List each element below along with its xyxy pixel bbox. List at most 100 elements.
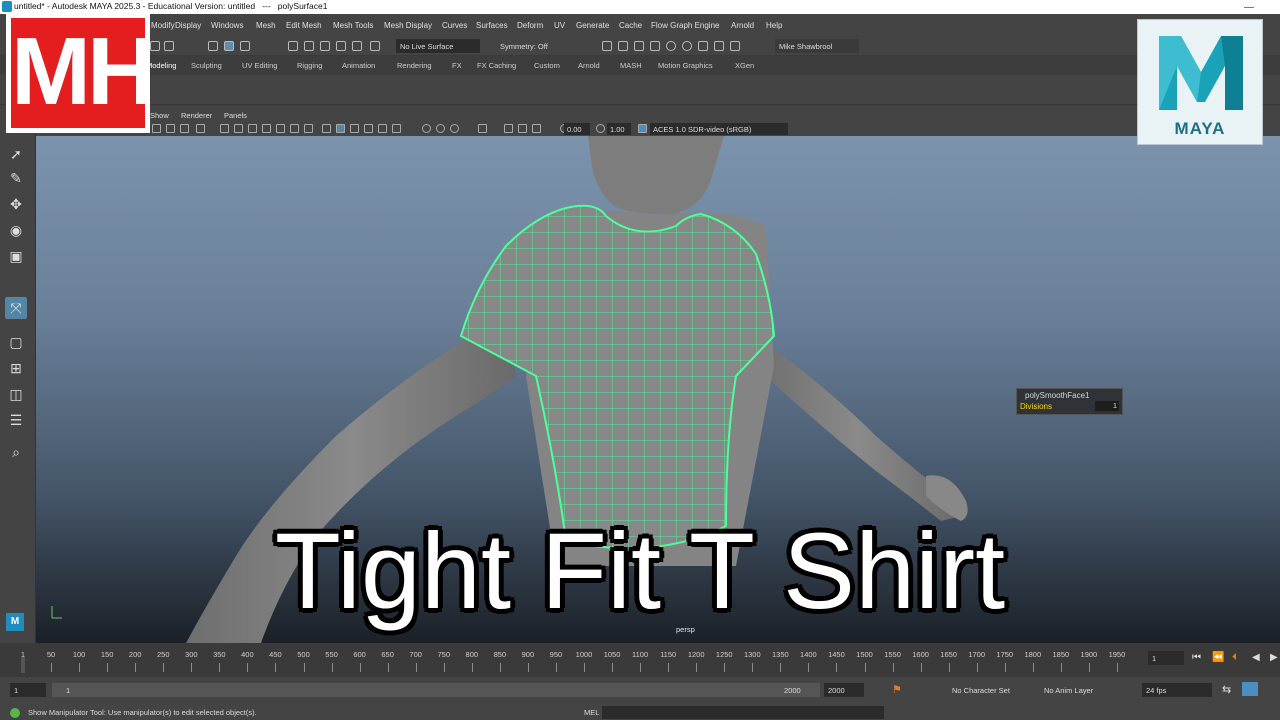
menu-windows[interactable]: Windows	[211, 21, 243, 30]
menu-deform[interactable]: Deform	[517, 21, 543, 30]
outliner-icon[interactable]: ☰	[5, 409, 27, 431]
show-manipulator-icon[interactable]: ⤧	[5, 297, 27, 319]
divisions-field[interactable]: 1	[1095, 401, 1119, 411]
redo-icon[interactable]	[164, 41, 174, 51]
panel-menu-show[interactable]: Show	[150, 111, 169, 120]
xray-active-icon[interactable]	[532, 124, 541, 133]
shelf-tab-fx-caching[interactable]: FX Caching	[477, 61, 516, 70]
range-bar[interactable]	[52, 683, 820, 697]
menu-mesh-tools[interactable]: Mesh Tools	[333, 21, 373, 30]
gamma-icon[interactable]	[596, 124, 605, 133]
step-back-frame-icon[interactable]: ⏴	[1232, 652, 1237, 663]
image-plane-icon[interactable]	[196, 124, 205, 133]
shelf-tab-rendering[interactable]: Rendering	[397, 61, 432, 70]
single-perspective-layout-icon[interactable]: ▢	[5, 331, 27, 353]
mel-label[interactable]: MEL	[584, 708, 599, 717]
pause-ipr-icon[interactable]	[730, 41, 740, 51]
hypershade-icon[interactable]	[666, 41, 676, 51]
menu-modify[interactable]: Modify	[151, 21, 175, 30]
shelf-tab-fx[interactable]: FX	[452, 61, 462, 70]
shelf-tab-uv-editing[interactable]: UV Editing	[242, 61, 277, 70]
render-frame-icon[interactable]	[602, 41, 612, 51]
textured-icon[interactable]	[364, 124, 373, 133]
default-material-icon[interactable]	[350, 124, 359, 133]
shelf-tab-arnold[interactable]: Arnold	[578, 61, 600, 70]
snap-view-icon[interactable]	[336, 41, 346, 51]
gate-mask-icon[interactable]	[262, 124, 271, 133]
shelf-tab-mash[interactable]: MASH	[620, 61, 642, 70]
snap-surface-icon[interactable]	[352, 41, 362, 51]
lasso-tool-icon[interactable]: ✎	[5, 167, 27, 189]
isolate-select-icon[interactable]	[478, 124, 487, 133]
antialiasing-icon[interactable]	[450, 124, 459, 133]
ambient-occlusion-icon[interactable]	[422, 124, 431, 133]
loop-icon[interactable]: ⇆	[1222, 683, 1231, 696]
ipr-render-icon[interactable]	[634, 41, 644, 51]
scale-tool-icon[interactable]: ▣	[5, 245, 27, 267]
character-set-dropdown[interactable]: No Character Set	[948, 683, 1032, 697]
menu-mesh-display[interactable]: Mesh Display	[384, 21, 432, 30]
snap-point-icon[interactable]	[320, 41, 330, 51]
menu-flow-graph-engine[interactable]: Flow Graph Engine	[651, 21, 719, 30]
range-end-field[interactable]: 2000	[824, 683, 864, 697]
minimize-button[interactable]: —	[1244, 2, 1258, 13]
wireframe-icon[interactable]	[322, 124, 331, 133]
snap-grid-icon[interactable]	[288, 41, 298, 51]
user-account-button[interactable]: Mike Shawbrool	[775, 39, 859, 53]
shelf-tab-rigging[interactable]: Rigging	[297, 61, 322, 70]
motion-blur-icon[interactable]	[436, 124, 445, 133]
arnold-ipr-icon[interactable]	[698, 41, 708, 51]
shelf-tab-motion-graphics[interactable]: Motion Graphics	[658, 61, 713, 70]
menu-edit-mesh[interactable]: Edit Mesh	[286, 21, 322, 30]
color-management-icon[interactable]	[638, 124, 647, 133]
current-time-indicator[interactable]	[21, 657, 25, 673]
play-backwards-icon[interactable]: ◀	[1252, 652, 1260, 663]
menu-display[interactable]: Display	[175, 21, 201, 30]
select-object-icon[interactable]	[224, 41, 234, 51]
shadows-icon[interactable]	[392, 124, 401, 133]
select-component-icon[interactable]	[240, 41, 250, 51]
render-view-icon[interactable]	[618, 41, 628, 51]
time-slider[interactable]: 1 50 100 150 200 250 300 350 400 450 500 550 600 650 7…	[0, 643, 1280, 677]
smooth-shade-icon[interactable]	[336, 124, 345, 133]
shelf-tab-sculpting[interactable]: Sculpting	[191, 61, 222, 70]
menu-cache[interactable]: Cache	[619, 21, 642, 30]
menu-arnold[interactable]: Arnold	[731, 21, 754, 30]
film-gate-icon[interactable]	[234, 124, 243, 133]
bookmark-icon[interactable]	[180, 124, 189, 133]
grid-toggle-icon[interactable]	[220, 124, 229, 133]
select-hierarchy-icon[interactable]	[208, 41, 218, 51]
symmetry-dropdown[interactable]: Symmetry: Off	[496, 39, 562, 53]
safe-title-icon[interactable]	[304, 124, 313, 133]
arnold-render-icon[interactable]	[682, 41, 692, 51]
step-back-key-icon[interactable]: ⏪	[1212, 652, 1224, 663]
menu-help[interactable]: Help	[766, 21, 782, 30]
menu-curves[interactable]: Curves	[442, 21, 467, 30]
select-tool-icon[interactable]: ➚	[5, 143, 27, 165]
menu-surfaces[interactable]: Surfaces	[476, 21, 508, 30]
menu-mesh[interactable]: Mesh	[256, 21, 276, 30]
gamma-field[interactable]: 1.00	[607, 123, 631, 135]
current-frame-field[interactable]: 1	[1148, 651, 1184, 665]
exposure-field[interactable]: 0.00	[564, 123, 590, 135]
field-chart-icon[interactable]	[276, 124, 285, 133]
lighting-icon[interactable]	[378, 124, 387, 133]
camera-attr-icon[interactable]	[166, 124, 175, 133]
shelf-tab-xgen[interactable]: XGen	[735, 61, 754, 70]
anim-prefs-icon[interactable]	[1242, 682, 1258, 696]
go-to-start-icon[interactable]: ⏮	[1192, 652, 1201, 663]
polysmooth-inview-editor[interactable]: polySmoothFace1 Divisions 1	[1016, 388, 1123, 415]
play-forwards-icon[interactable]: ▶	[1270, 652, 1278, 663]
move-tool-icon[interactable]: ✥	[5, 193, 27, 215]
panel-menu-panels[interactable]: Panels	[224, 111, 247, 120]
panel-menu-renderer[interactable]: Renderer	[181, 111, 212, 120]
snap-rotate-icon[interactable]	[370, 41, 380, 51]
persp-outliner-layout-icon[interactable]: ◫	[5, 383, 27, 405]
shelf-tab-custom[interactable]: Custom	[534, 61, 560, 70]
live-surface-field[interactable]: No Live Surface	[396, 39, 480, 53]
resolution-gate-icon[interactable]	[248, 124, 257, 133]
render-settings-icon[interactable]	[650, 41, 660, 51]
search-icon[interactable]: ⌕	[5, 441, 27, 463]
menu-generate[interactable]: Generate	[576, 21, 609, 30]
shelf-tab-animation[interactable]: Animation	[342, 61, 375, 70]
